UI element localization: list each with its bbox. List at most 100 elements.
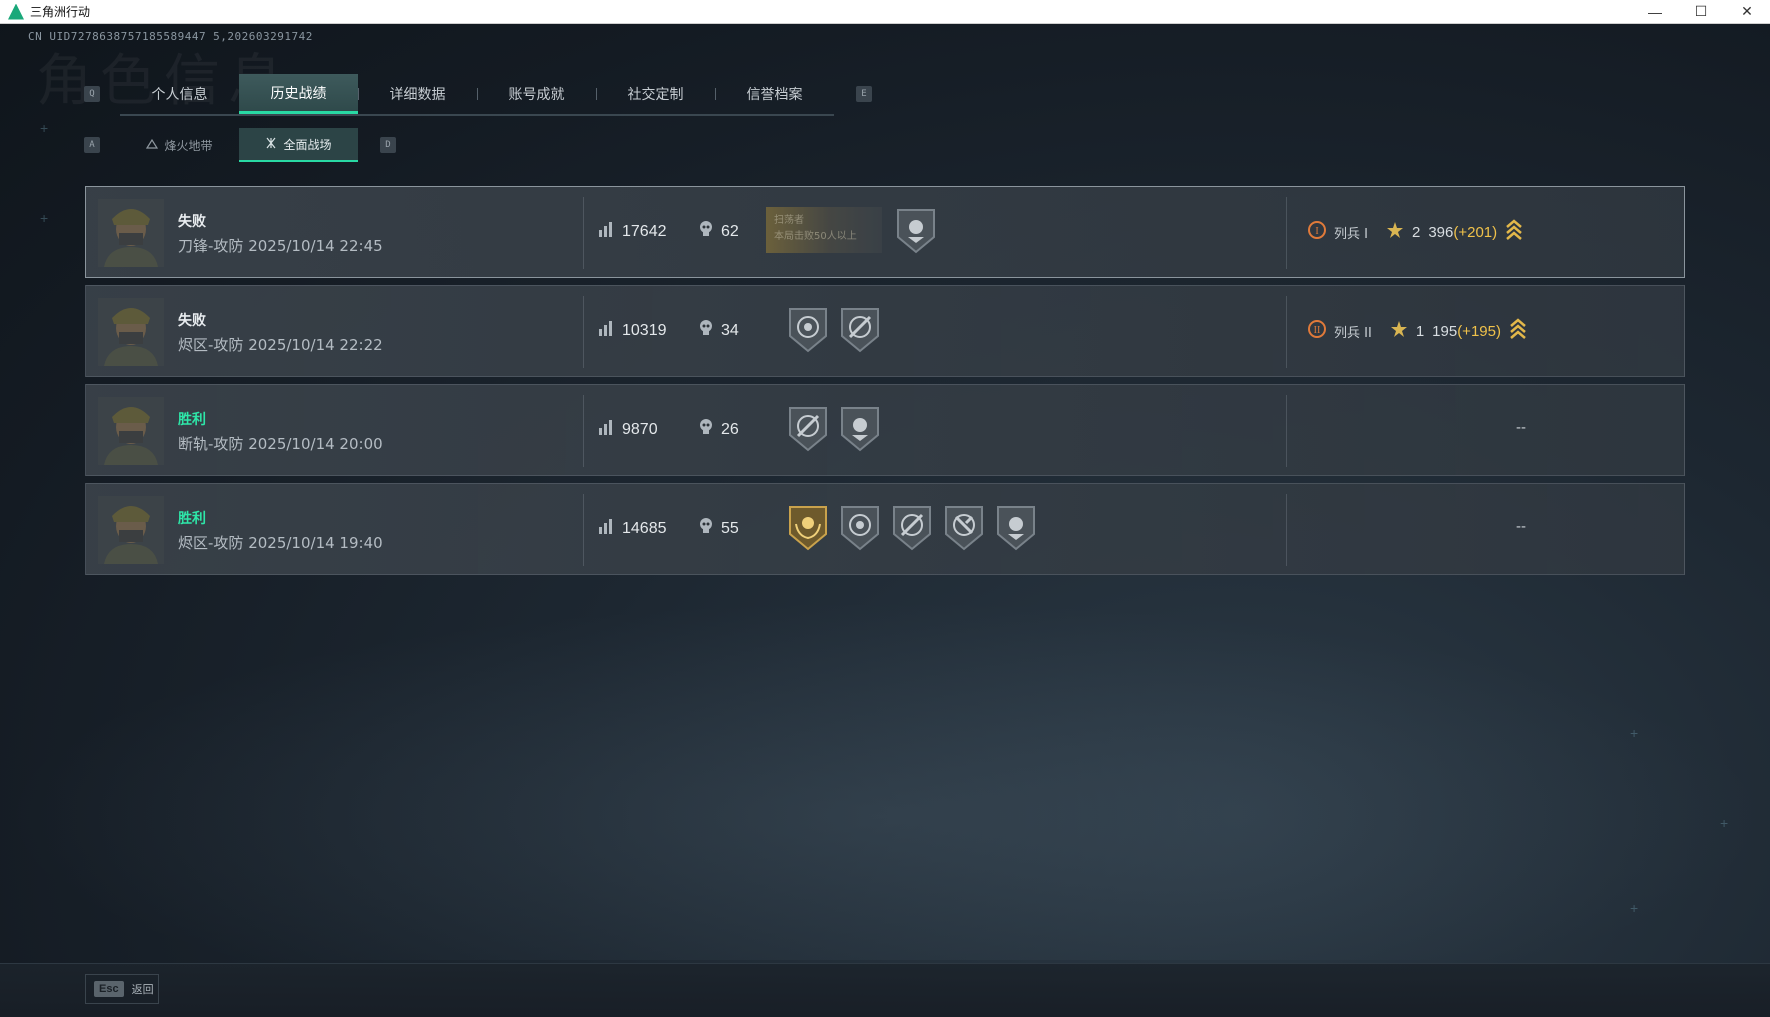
rank-info: I 列兵 I 2 396(+201) — [1308, 219, 1523, 245]
subtab-next-key-hint[interactable]: D — [380, 137, 396, 153]
score-stat: 10319 — [598, 320, 667, 341]
skull-icon — [699, 518, 713, 539]
match-row[interactable]: 胜利 烬区-攻防 2025/10/14 19:40 14685 55 -- — [85, 483, 1685, 575]
match-result: 失败 — [178, 313, 206, 329]
bar-chart-icon — [598, 518, 614, 539]
skull-shield-icon[interactable] — [994, 504, 1038, 552]
crosshair-skull-icon[interactable] — [786, 306, 830, 354]
skull-icon — [699, 419, 713, 440]
skull-shield-icon[interactable] — [838, 405, 882, 453]
chevrons-up-icon — [1509, 318, 1527, 344]
esc-key-hint: Esc — [94, 981, 124, 997]
crosshair-skull-icon[interactable] — [838, 504, 882, 552]
wrench-rifle-icon[interactable] — [942, 504, 986, 552]
tab-detailed-data[interactable]: 详细数据 — [358, 74, 477, 114]
operator-avatar — [98, 199, 164, 267]
tab-next-key-hint[interactable]: E — [856, 86, 872, 102]
tab-prev-key-hint[interactable]: Q — [84, 86, 100, 102]
match-history-list: 失败 刀锋-攻防 2025/10/14 22:45 17642 62 扫荡者 本… — [85, 186, 1685, 582]
subtab-prev-key-hint[interactable]: A — [84, 137, 100, 153]
operator-avatar — [98, 496, 164, 564]
svg-text:II: II — [1314, 325, 1321, 336]
bar-chart-icon — [598, 221, 614, 242]
kills-stat: 34 — [699, 320, 739, 341]
subtab-warfare[interactable]: 全面战场 — [239, 128, 358, 162]
close-button[interactable]: ✕ — [1724, 0, 1770, 24]
map-mode: 断轨-攻防 — [178, 435, 244, 453]
medal-banner-desc: 本局击败50人以上 — [774, 231, 857, 242]
tab-achievements[interactable]: 账号成就 — [477, 74, 596, 114]
kills-value: 26 — [721, 420, 739, 438]
match-datetime: 2025/10/14 22:22 — [248, 336, 383, 354]
kills-value: 62 — [721, 222, 739, 240]
operator-avatar — [98, 298, 164, 366]
rank-badge-icon: II — [1308, 320, 1326, 342]
match-info: 刀锋-攻防 2025/10/14 22:45 — [178, 235, 383, 256]
window-titlebar: 三角洲行动 — ☐ ✕ — [0, 0, 1770, 24]
rank-delta: (+195) — [1457, 322, 1501, 340]
decor-cross-icon: + — [1630, 725, 1639, 741]
kills-stat: 26 — [699, 419, 739, 440]
medal-banner-title: 扫荡者 — [774, 215, 804, 226]
map-mode: 烬区-攻防 — [178, 336, 244, 354]
back-button[interactable]: Esc 返回 — [85, 974, 159, 1004]
chevrons-up-icon — [1505, 219, 1523, 245]
score-stat: 9870 — [598, 419, 658, 440]
crossed-rifle-icon[interactable] — [786, 405, 830, 453]
minimize-button[interactable]: — — [1632, 0, 1678, 24]
uid-text: CN UID7278638757185589447 5,202603291742 — [28, 30, 313, 43]
match-row[interactable]: 失败 烬区-攻防 2025/10/14 22:22 10319 34 II 列兵… — [85, 285, 1685, 377]
match-datetime: 2025/10/14 20:00 — [248, 435, 383, 453]
rank-name: 列兵 I — [1334, 226, 1368, 242]
rank-info: II 列兵 II 1 195(+195) — [1308, 318, 1527, 344]
rank-name: 列兵 II — [1334, 325, 1372, 341]
decor-cross-icon: + — [1720, 815, 1729, 831]
score-value: 17642 — [622, 222, 667, 240]
divider — [1286, 296, 1287, 368]
tab-match-history[interactable]: 历史战绩 — [239, 74, 358, 114]
medal-list: 扫荡者 本局击败50人以上 — [766, 207, 938, 255]
rank-empty: -- — [1516, 518, 1526, 535]
skull-shield-icon[interactable] — [894, 207, 938, 255]
crossed-rifle-icon[interactable] — [838, 306, 882, 354]
divider — [583, 197, 584, 269]
app-logo-icon — [8, 3, 24, 20]
subtab-operations[interactable]: 烽火地带 — [120, 128, 239, 162]
back-label: 返回 — [131, 983, 154, 996]
match-row[interactable]: 失败 刀锋-攻防 2025/10/14 22:45 17642 62 扫荡者 本… — [85, 186, 1685, 278]
decor-cross-icon: + — [40, 210, 49, 226]
gold-wreath-icon[interactable] — [786, 504, 830, 552]
score-stat: 17642 — [598, 221, 667, 242]
score-stat: 14685 — [598, 518, 667, 539]
tab-social-custom[interactable]: 社交定制 — [596, 74, 715, 114]
medal-banner-sweeper[interactable]: 扫荡者 本局击败50人以上 — [766, 207, 882, 253]
divider — [1286, 395, 1287, 467]
star-icon — [1390, 320, 1408, 342]
medal-list — [786, 504, 1038, 552]
bar-chart-icon — [598, 320, 614, 341]
operator-avatar — [98, 397, 164, 465]
match-result: 胜利 — [178, 412, 206, 428]
skull-icon — [699, 221, 713, 242]
bottom-bar: Esc 返回 — [0, 963, 1770, 1017]
tab-personal-info[interactable]: 个人信息 — [120, 74, 239, 114]
medal-list — [786, 306, 882, 354]
subtab-label: 烽火地带 — [164, 138, 213, 153]
match-info: 烬区-攻防 2025/10/14 22:22 — [178, 334, 383, 355]
divider — [583, 395, 584, 467]
score-value: 10319 — [622, 321, 667, 339]
rank-stars: 2 — [1411, 223, 1421, 241]
kills-value: 55 — [721, 519, 739, 537]
maximize-button[interactable]: ☐ — [1678, 0, 1724, 24]
crossed-rifle-icon[interactable] — [890, 504, 934, 552]
match-datetime: 2025/10/14 19:40 — [248, 534, 383, 552]
background-fog — [0, 600, 1770, 960]
kills-stat: 55 — [699, 518, 739, 539]
divider — [583, 296, 584, 368]
decor-cross-icon: + — [40, 120, 49, 136]
tab-credit-record[interactable]: 信誉档案 — [715, 74, 834, 114]
match-row[interactable]: 胜利 断轨-攻防 2025/10/14 20:00 9870 26 -- — [85, 384, 1685, 476]
bar-chart-icon — [598, 419, 614, 440]
match-result: 胜利 — [178, 511, 206, 527]
subtab-label: 全面战场 — [283, 137, 332, 152]
